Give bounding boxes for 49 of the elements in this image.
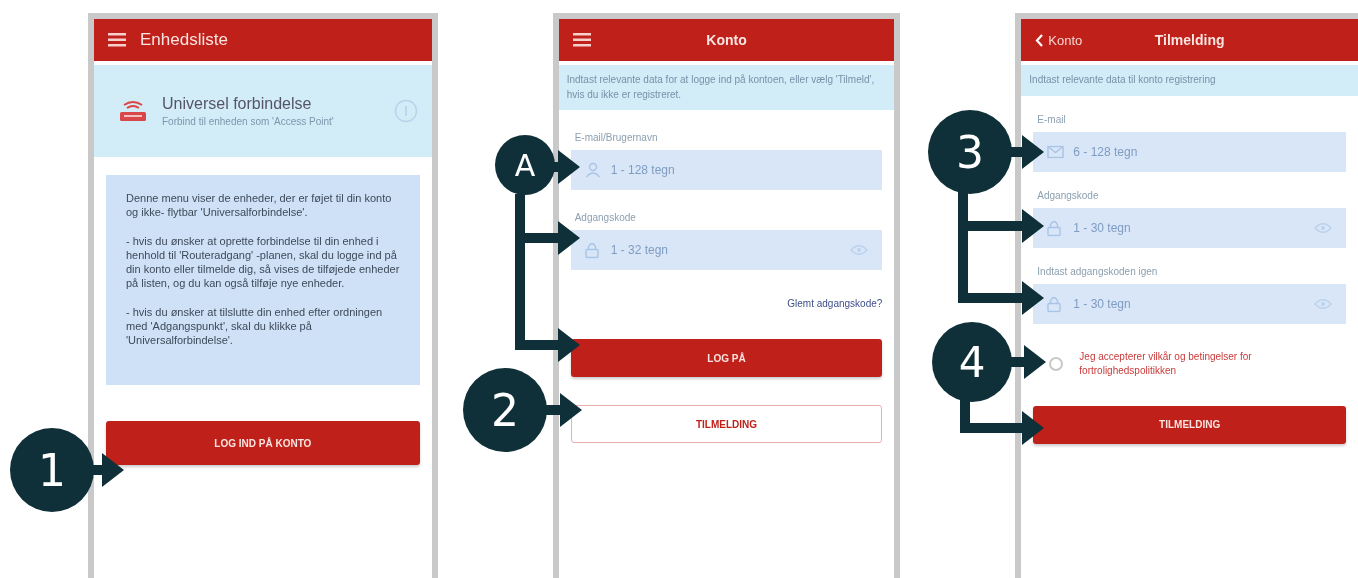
- callout-badge: 2: [463, 368, 547, 452]
- field-label: Indtast adgangskoden igen: [1037, 265, 1159, 277]
- primary-button[interactable]: LOG IND PÅ KONTO: [106, 421, 420, 465]
- back-link[interactable]: Konto: [1035, 32, 1083, 48]
- callout-arrow: [92, 453, 124, 487]
- screen-title: Tilmelding: [1154, 32, 1225, 48]
- field-label: E-mail: [1037, 113, 1067, 125]
- callout-arrow: [545, 393, 582, 427]
- lock-icon: [1047, 295, 1062, 312]
- info-text: Indtast relevante data for at logge ind på kontoen, eller vælg 'Tilmeld', hvis du ikke er registreret.: [558, 65, 895, 110]
- callout-badge: 1: [10, 428, 94, 512]
- menu-icon[interactable]: [572, 33, 591, 47]
- field-label: Adgangskode: [1037, 189, 1100, 201]
- input-field[interactable]: 1 - 128 tegn: [570, 150, 883, 190]
- primary-button[interactable]: TILMELDING: [1033, 405, 1346, 444]
- lock-icon: [1047, 219, 1062, 236]
- envelope-icon: [1047, 145, 1065, 158]
- banner-subtitle: Forbind til enheden som 'Access Point': [162, 116, 335, 127]
- chevron-left-icon: [1035, 33, 1044, 47]
- router-icon: [118, 99, 148, 123]
- callout-badge: 4: [932, 322, 1012, 402]
- register-button[interactable]: TILMELDING: [570, 405, 883, 443]
- callout-badge: A: [495, 135, 555, 195]
- field-label: Adgangskode: [574, 212, 637, 223]
- input-field[interactable]: 1 - 30 tegn: [1033, 283, 1346, 324]
- note-paragraph: Denne menu viser de enheder, der er føjet til din konto og ikke- flytbar 'Universalforbindelse'.: [126, 191, 393, 220]
- input-field[interactable]: 6 - 128 tegn: [1033, 131, 1346, 172]
- note-paragraph: - hvis du ønsker at tilslutte din enhed efter ordningen med 'Adgangspunkt', skal du klikke på 'Universalforbindelse'.: [126, 304, 384, 348]
- input-field[interactable]: 1 - 30 tegn: [1033, 207, 1346, 248]
- eye-icon[interactable]: [1314, 298, 1332, 309]
- field-label: E-mail/Brugernavn: [574, 132, 659, 143]
- banner-title: Universel forbindelse: [162, 95, 313, 113]
- forgot-password-link[interactable]: Glemt adgangskode?: [787, 298, 883, 309]
- menu-icon[interactable]: [108, 33, 126, 47]
- lock-icon: [584, 241, 599, 259]
- consent-checkbox[interactable]: [1049, 356, 1064, 371]
- eye-icon[interactable]: [850, 244, 869, 256]
- consent-text[interactable]: Jeg accepterer vilkår og betingelser for fortrolighedspolitikken: [1079, 349, 1346, 378]
- callout-badge: 3: [928, 110, 1012, 194]
- note-paragraph: - hvis du ønsker at oprette forbindelse til din enhed i henhold til 'Routeradgang' -planen, skal du logge ind på din konto eller tilmelde dig, så vises de tilføjede enheder på listen, og du kan også tilføje nye enheder.: [126, 233, 401, 291]
- primary-button[interactable]: LOG PÅ: [570, 339, 883, 377]
- screen-title: Konto: [706, 32, 747, 48]
- input-field[interactable]: 1 - 32 tegn: [570, 230, 883, 270]
- info-icon[interactable]: [393, 99, 418, 123]
- screen-title: Enhedsliste: [140, 30, 228, 50]
- eye-icon[interactable]: [1314, 222, 1332, 233]
- user-icon: [584, 162, 601, 178]
- info-text: Indtast relevante data til konto registrering: [1021, 65, 1358, 96]
- connection-banner[interactable]: Universel forbindelse Forbind til enheden som 'Access Point': [94, 65, 432, 157]
